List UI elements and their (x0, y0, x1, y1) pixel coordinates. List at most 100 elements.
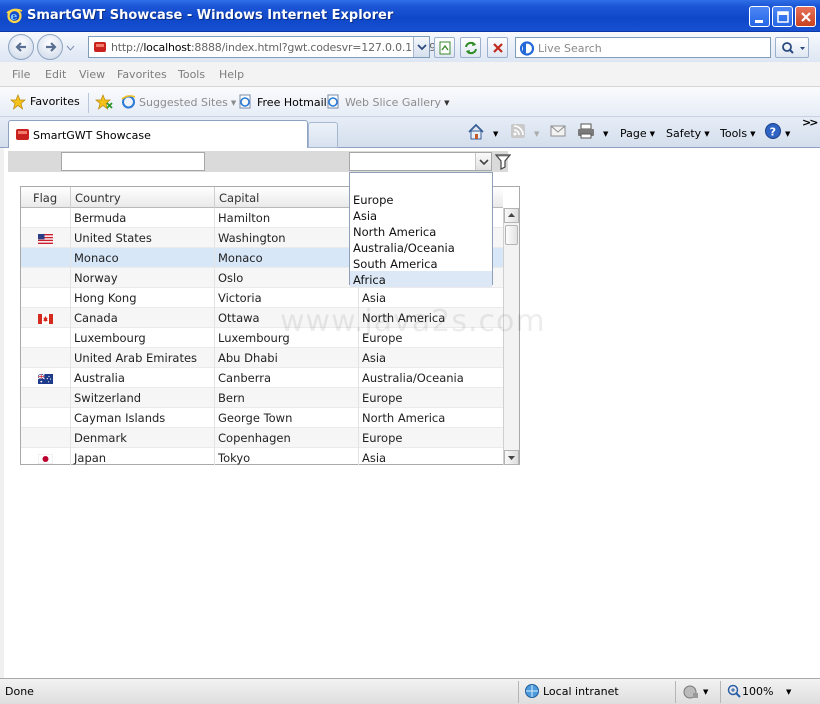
url-prefix: http:// (111, 41, 144, 54)
home-icon[interactable] (467, 123, 485, 140)
help-dropdown[interactable]: ▼ (782, 127, 790, 140)
compatibility-view-icon (439, 41, 451, 55)
continent-option[interactable]: South America (350, 255, 492, 271)
protected-mode-dropdown[interactable]: ▼ (703, 688, 708, 696)
forward-arrow-icon (46, 42, 57, 52)
cell-capital: Canberra (215, 368, 359, 388)
cell-capital: Washington (215, 228, 359, 248)
menu-file[interactable]: File (12, 68, 30, 81)
refresh-button[interactable] (460, 37, 481, 58)
maximize-button[interactable] (772, 6, 793, 27)
cell-continent: Asia (362, 351, 387, 365)
flag-us-icon (38, 233, 53, 244)
table-row[interactable]: Japan Tokyo Asia (21, 448, 503, 465)
scroll-down-arrow-icon (508, 456, 515, 460)
continent-option[interactable]: Asia (350, 207, 492, 223)
read-mail-icon[interactable] (550, 124, 566, 138)
cell-capital: Monaco (215, 248, 359, 268)
table-row[interactable]: Switzerland Bern Europe (21, 388, 503, 408)
menu-favorites[interactable]: Favorites (117, 68, 167, 81)
continent-filter-dropdown-button[interactable] (475, 153, 491, 170)
refresh-icon (465, 41, 477, 55)
toolbar-overflow-chevron-icon[interactable]: >> (802, 116, 819, 129)
cell-continent: Europe (362, 431, 403, 445)
hotmail-page-icon (239, 94, 251, 109)
page-menu[interactable]: Page ▼ (620, 127, 655, 140)
back-arrow-icon (15, 42, 26, 52)
table-row[interactable]: Australia Canberra Australia/Oceania (21, 368, 503, 388)
compatibility-button[interactable] (434, 37, 455, 58)
continent-option[interactable]: Australia/Oceania (350, 239, 492, 255)
country-filter-input[interactable] (61, 152, 205, 171)
continent-option[interactable]: North America (350, 223, 492, 239)
minimize-button[interactable] (749, 6, 770, 27)
status-divider (518, 681, 519, 703)
page-icon (94, 42, 106, 52)
feeds-dropdown[interactable]: ▼ (531, 127, 539, 140)
tools-menu[interactable]: Tools ▼ (720, 127, 756, 140)
filter-funnel-icon[interactable] (495, 153, 511, 170)
stop-button[interactable] (487, 37, 508, 58)
web-slice-gallery-link[interactable]: Web Slice Gallery ▼ (345, 96, 449, 109)
continent-filter-select[interactable] (349, 152, 492, 171)
continent-option[interactable] (350, 175, 492, 191)
table-row[interactable]: Cayman Islands George Town North America (21, 408, 503, 428)
new-tab-button[interactable] (308, 122, 338, 148)
zoom-level[interactable]: 100% (742, 685, 773, 698)
cell-capital: Abu Dhabi (215, 348, 359, 368)
address-dropdown-button[interactable] (413, 37, 429, 57)
history-dropdown-icon[interactable] (66, 45, 75, 51)
table-row[interactable]: United Arab Emirates Abu Dhabi Asia (21, 348, 503, 368)
search-go-button[interactable] (775, 37, 809, 58)
cell-country: Japan (71, 448, 215, 465)
favorites-separator (88, 93, 89, 113)
add-favorite-icon[interactable] (95, 94, 113, 110)
tab-page-icon (16, 129, 29, 140)
table-row[interactable]: Denmark Copenhagen Europe (21, 428, 503, 448)
scroll-down-button[interactable] (504, 450, 519, 465)
cell-continent: Europe (362, 391, 403, 405)
continent-option[interactable]: Africa (350, 271, 492, 287)
home-dropdown[interactable]: ▼ (490, 127, 498, 140)
title-bar[interactable]: e SmartGWT Showcase - Windows Internet E… (0, 0, 820, 32)
zoom-dropdown[interactable]: ▼ (786, 688, 791, 696)
forward-button[interactable] (37, 34, 63, 60)
security-zone[interactable]: Local intranet (543, 685, 619, 698)
header-capital[interactable]: Capital (215, 187, 359, 208)
maximize-icon (777, 11, 789, 23)
help-icon[interactable]: ? (764, 122, 782, 140)
favorites-button[interactable]: Favorites (30, 95, 80, 108)
tab-smartgwt-showcase[interactable]: SmartGWT Showcase (8, 120, 308, 148)
cell-country: Hong Kong (71, 288, 215, 308)
flag-au-icon (37, 373, 53, 384)
back-button[interactable] (8, 34, 34, 60)
scroll-thumb[interactable] (505, 225, 518, 245)
menu-help[interactable]: Help (219, 68, 244, 81)
url-host: localhost (143, 41, 191, 54)
menu-tools[interactable]: Tools (178, 68, 205, 81)
header-flag[interactable]: Flag (21, 187, 71, 208)
search-input[interactable]: Live Search (515, 37, 771, 58)
close-window-button[interactable] (795, 6, 816, 27)
menu-view[interactable]: View (79, 68, 105, 81)
suggested-sites-icon (121, 95, 136, 109)
protected-mode-icon[interactable] (682, 684, 700, 699)
url-rest: :8888/index.html?gwt.codesvr=127.0.0.1:9… (190, 41, 436, 54)
address-input[interactable]: http://localhost:8888/index.html?gwt.cod… (88, 36, 436, 58)
cell-capital: Copenhagen (215, 428, 359, 448)
scroll-up-button[interactable] (504, 208, 519, 223)
cell-country: Bermuda (71, 208, 215, 228)
continent-dropdown-list: Europe Asia North America Australia/Oceania… (349, 172, 493, 287)
safety-menu[interactable]: Safety ▼ (666, 127, 710, 140)
menu-edit[interactable]: Edit (45, 68, 66, 81)
cell-capital: Bern (215, 388, 359, 408)
cell-country: Australia (71, 368, 215, 388)
suggested-sites-link[interactable]: Suggested Sites ▼ (139, 96, 236, 109)
continent-option[interactable]: Europe (350, 191, 492, 207)
free-hotmail-link[interactable]: Free Hotmail (257, 96, 327, 109)
cell-flag (21, 348, 71, 368)
header-country[interactable]: Country (71, 187, 215, 208)
print-dropdown[interactable]: ▼ (600, 127, 608, 140)
feeds-icon[interactable] (510, 123, 526, 139)
print-icon[interactable] (577, 123, 595, 139)
